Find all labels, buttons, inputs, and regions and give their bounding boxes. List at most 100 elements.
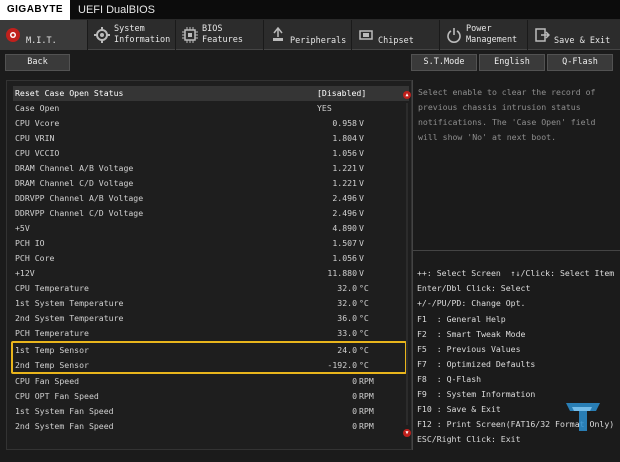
- monitor-label: 1st System Temperature: [15, 298, 124, 308]
- back-button[interactable]: Back: [5, 54, 70, 71]
- tab-power-management[interactable]: Power Management: [440, 20, 528, 50]
- setting-label: Reset Case Open Status: [15, 88, 124, 98]
- st-mode-button[interactable]: S.T.Mode: [411, 54, 477, 71]
- monitor-value: 2.496: [332, 193, 357, 203]
- monitor-unit: V: [359, 238, 364, 248]
- monitor-label: 1st System Fan Speed: [15, 406, 114, 416]
- monitor-label: CPU OPT Fan Speed: [15, 391, 99, 401]
- watermark-logo-icon: [562, 397, 604, 435]
- key-legend-line: Enter/Dbl Click: Select: [417, 283, 531, 293]
- monitor-label: CPU VRIN: [15, 133, 55, 143]
- scroll-down-icon[interactable]: ▼: [403, 429, 411, 437]
- key-legend-line: F8 : Q-Flash: [417, 374, 482, 384]
- monitor-label: 2nd System Temperature: [15, 313, 124, 323]
- help-description: Select enable to clear the record of pre…: [418, 87, 596, 142]
- key-legend-line: +/-/PU/PD: Change Opt.: [417, 298, 526, 308]
- monitor-unit: RPM: [359, 391, 374, 401]
- monitor-label: +12V: [15, 268, 35, 278]
- save-exit-icon: [534, 27, 551, 43]
- key-legend-line: F5 : Previous Values: [417, 344, 521, 354]
- setting-row-reset-case-open[interactable]: Reset Case Open Status [Disabled]: [13, 86, 409, 101]
- tab-power-management-label: Power Management: [466, 24, 518, 45]
- monitor-unit: V: [359, 118, 364, 128]
- monitor-value: 1.056: [332, 148, 357, 158]
- monitor-label: PCH Core: [15, 253, 55, 263]
- tab-peripherals[interactable]: Peripherals: [264, 20, 352, 50]
- monitor-label: 2nd System Fan Speed: [15, 421, 114, 431]
- tab-chipset[interactable]: Chipset: [352, 20, 440, 50]
- main-tab-bar: M.I.T. System Information BIOS Features …: [0, 20, 620, 50]
- monitor-row: +5V 4.890 V: [13, 221, 409, 236]
- list-scrollbar[interactable]: ▲ ▼: [403, 91, 411, 437]
- power-icon: [446, 27, 462, 43]
- monitor-row: DDRVPP Channel C/D Voltage 2.496 V: [13, 206, 409, 221]
- monitor-unit: V: [359, 223, 364, 233]
- tab-mit-label: M.I.T.: [26, 36, 57, 46]
- monitor-label: CPU VCCIO: [15, 148, 60, 158]
- monitor-row: PCH IO 1.507 V: [13, 236, 409, 251]
- key-legend-line: F9 : System Information: [417, 389, 536, 399]
- monitor-value: 36.0: [337, 313, 357, 323]
- monitor-unit: °C: [359, 283, 369, 293]
- monitor-unit: V: [359, 148, 364, 158]
- monitor-unit: V: [359, 208, 364, 218]
- function-bar: Back S.T.Mode English Q-Flash: [0, 51, 620, 73]
- tab-system-information[interactable]: System Information: [88, 20, 176, 50]
- monitor-value: 1.804: [332, 133, 357, 143]
- monitor-unit: RPM: [359, 406, 374, 416]
- key-legend-line: ++: Select Screen ↑↓/Click: Select Item: [417, 268, 615, 278]
- monitor-value: 0: [352, 421, 357, 431]
- monitor-unit: RPM: [359, 376, 374, 386]
- monitor-row: DRAM Channel C/D Voltage 1.221 V: [13, 176, 409, 191]
- bios-title: UEFI DualBIOS: [78, 4, 156, 16]
- monitor-label: CPU Temperature: [15, 283, 89, 293]
- tab-system-information-label: System Information: [114, 24, 171, 45]
- monitor-label: DDRVPP Channel A/B Voltage: [15, 193, 144, 203]
- scroll-up-icon[interactable]: ▲: [403, 91, 411, 99]
- monitor-value: 33.0: [337, 328, 357, 338]
- monitor-value: 0: [352, 376, 357, 386]
- monitor-row: 1st System Temperature 32.0 °C: [13, 296, 409, 311]
- key-legend-line: F1 : General Help: [417, 314, 506, 324]
- tab-save-exit[interactable]: Save & Exit: [528, 20, 620, 50]
- monitor-value: 4.890: [332, 223, 357, 233]
- monitor-value: 1.221: [332, 178, 357, 188]
- monitor-unit: °C: [359, 328, 369, 338]
- monitor-unit: V: [359, 163, 364, 173]
- scroll-track[interactable]: [406, 103, 408, 425]
- gigabyte-logo: GIGABYTE: [0, 0, 70, 20]
- monitor-row: 2nd System Fan Speed 0 RPM: [13, 419, 409, 434]
- monitor-label: DDRVPP Channel C/D Voltage: [15, 208, 144, 218]
- monitor-row: 1st System Fan Speed 0 RPM: [13, 404, 409, 419]
- monitor-unit: V: [359, 253, 364, 263]
- monitor-unit: °C: [359, 313, 369, 323]
- monitor-value: 1.507: [332, 238, 357, 248]
- settings-list-panel: Reset Case Open Status [Disabled] Case O…: [6, 80, 412, 450]
- tab-bios-features[interactable]: BIOS Features: [176, 20, 264, 50]
- qflash-button[interactable]: Q-Flash: [547, 54, 613, 71]
- language-button[interactable]: English: [479, 54, 545, 71]
- monitor-label: PCH IO: [15, 238, 45, 248]
- peripherals-icon: [270, 26, 286, 43]
- monitor-unit: V: [359, 268, 364, 278]
- monitor-label: +5V: [15, 223, 30, 233]
- key-legend-line: F7 : Optimized Defaults: [417, 359, 536, 369]
- setting-row-case-open: Case Open YES: [13, 101, 409, 116]
- setting-label: Case Open: [15, 103, 60, 113]
- monitor-unit: V: [359, 133, 364, 143]
- tab-save-exit-label: Save & Exit: [554, 36, 611, 46]
- monitor-row: 2nd System Temperature 36.0 °C: [13, 311, 409, 326]
- setting-option-value[interactable]: [Disabled]: [317, 86, 366, 101]
- monitor-row: PCH Temperature 33.0 °C: [13, 326, 409, 341]
- monitor-value: 11.880: [327, 268, 357, 278]
- title-bar: GIGABYTE UEFI DualBIOS: [0, 0, 620, 20]
- tab-mit[interactable]: M.I.T.: [0, 20, 88, 50]
- tab-peripherals-label: Peripherals: [290, 36, 347, 46]
- monitor-label: CPU Vcore: [15, 118, 60, 128]
- chipset-icon: [358, 27, 374, 43]
- tab-chipset-label: Chipset: [378, 36, 414, 46]
- monitor-row: CPU Fan Speed 0 RPM: [13, 374, 409, 389]
- monitor-label: DRAM Channel A/B Voltage: [15, 163, 134, 173]
- monitor-row: CPU VCCIO 1.056 V: [13, 146, 409, 161]
- temp-sensor-highlight: [11, 341, 407, 374]
